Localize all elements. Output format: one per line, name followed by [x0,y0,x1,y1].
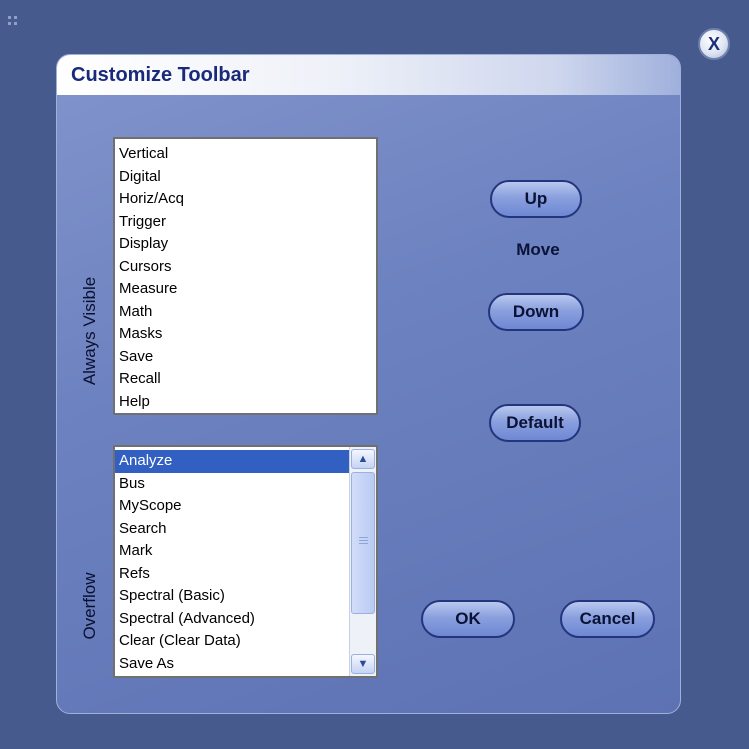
scroll-up-button[interactable]: ▲ [351,449,375,469]
list-item[interactable]: Mark [115,540,351,563]
list-item[interactable]: Display [115,233,376,256]
cancel-button[interactable]: Cancel [560,600,655,638]
list-item[interactable]: Spectral (Basic) [115,585,351,608]
list-item[interactable]: Help [115,391,376,414]
up-button[interactable]: Up [490,180,582,218]
arrow-up-icon: ▲ [357,453,369,465]
close-button[interactable]: X [698,28,730,60]
down-button-label: Down [512,302,560,321]
list-item[interactable]: Masks [115,323,376,346]
list-item[interactable]: Analyze [115,450,351,473]
list-item[interactable]: Horiz/Acq [115,188,376,211]
default-button-label: Default [506,413,564,432]
close-icon: X [707,33,720,54]
scroll-down-button[interactable]: ▼ [351,654,375,674]
list-item[interactable]: Trigger [115,211,376,234]
list-item[interactable]: Measure [115,278,376,301]
list-item[interactable]: Math [115,301,376,324]
list-item[interactable]: Refs [115,563,351,586]
down-button[interactable]: Down [488,293,584,331]
ok-button[interactable]: OK [421,600,515,638]
list-item[interactable]: Search [115,518,351,541]
list-item[interactable]: Spectral (Advanced) [115,608,351,631]
list-item[interactable]: Digital [115,166,376,189]
list-item[interactable]: MyScope [115,495,351,518]
list-item[interactable]: Clear (Clear Data) [115,630,351,653]
overflow-list[interactable]: Analyze Bus MyScope Search Mark Refs Spectral … [113,445,378,678]
dialog-title: Customize Toolbar [71,64,250,86]
overflow-scrollbar[interactable]: ▲ ▼ [349,447,376,676]
list-item[interactable]: Save [115,346,376,369]
cancel-button-label: Cancel [579,609,636,628]
always-visible-list[interactable]: Vertical Digital Horiz/Acq Trigger Display Cu… [113,137,378,415]
up-button-label: Up [524,189,548,208]
list-item[interactable]: Vertical [115,143,376,166]
scroll-thumb[interactable] [351,472,375,614]
arrow-down-icon: ▼ [357,658,369,670]
list-item[interactable]: Recall [115,368,376,391]
move-label: Move [516,240,560,259]
list-item[interactable]: Save As [115,653,351,676]
resize-grip-icon [8,16,20,28]
list-item[interactable]: Bus [115,473,351,496]
default-button[interactable]: Default [489,404,581,442]
list-item[interactable]: Cursors [115,256,376,279]
dialog-title-bar: Customize Toolbar [57,55,680,95]
ok-button-label: OK [455,609,481,628]
app-background: { "dialog": { "title": "Customize Toolba… [0,0,749,749]
